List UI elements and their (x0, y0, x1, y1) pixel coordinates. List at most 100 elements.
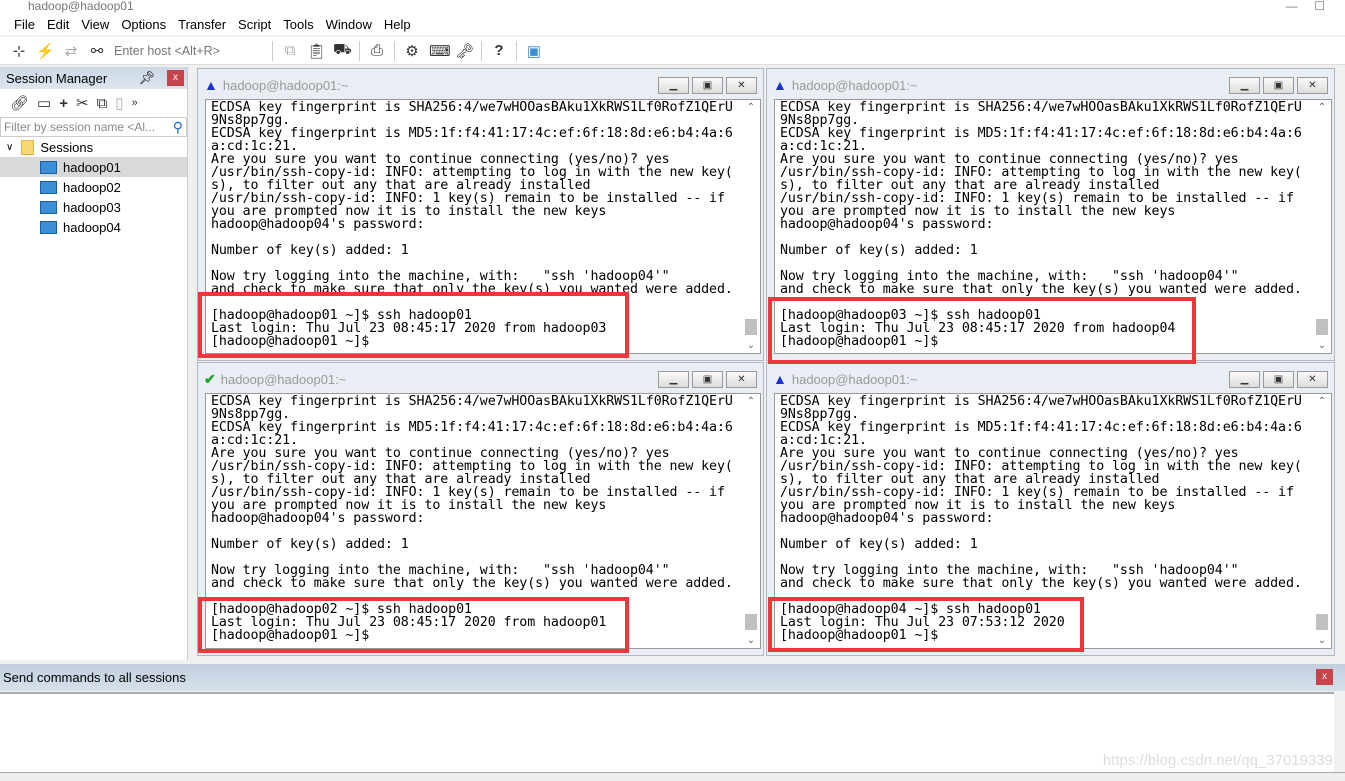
scrollbar[interactable]: ⌃ ⌄ (742, 394, 760, 648)
pane-title-text: hadoop@hadoop01:~ (791, 371, 918, 387)
scroll-up-icon[interactable]: ⌃ (1313, 396, 1331, 407)
tree-folder-sessions[interactable]: ∨ Sessions (0, 137, 187, 157)
close-send-commands-button[interactable]: x (1316, 669, 1333, 685)
session-item-hadoop01[interactable]: hadoop01 (0, 157, 187, 177)
terminal-line: hadoop@hadoop04's password: (211, 511, 425, 526)
folder-icon (21, 139, 35, 155)
scroll-up-icon[interactable]: ⌃ (742, 102, 760, 113)
keymap-keyboard-icon[interactable]: ⌨ (429, 42, 451, 60)
terminal-line: ECDSA key fingerprint is SHA256:4/we7wHO… (780, 394, 1302, 409)
menu-transfer[interactable]: Transfer (178, 17, 226, 32)
pane-window-controls: ▁ ▣ ✕ (658, 371, 757, 388)
more-chevron-icon[interactable]: » (132, 97, 138, 109)
restore-button[interactable]: ▣ (692, 371, 723, 388)
scroll-down-icon[interactable]: ⌄ (742, 635, 760, 646)
scroll-down-icon[interactable]: ⌄ (1313, 340, 1331, 351)
monitor-icon (40, 200, 57, 214)
monitor-icon (40, 160, 57, 174)
minimize-button[interactable]: ▁ (1229, 371, 1260, 388)
tree-folder-label: Sessions (40, 139, 94, 155)
session-item-hadoop03[interactable]: hadoop03 (0, 197, 187, 217)
help-icon[interactable]: ? (490, 42, 508, 59)
print-icon[interactable]: ⎙ (368, 42, 386, 59)
close-session-manager-button[interactable]: x (167, 70, 184, 86)
menu-file[interactable]: File (14, 17, 35, 32)
status-bar (0, 772, 1345, 781)
chevron-down-icon[interactable]: ∨ (6, 142, 13, 153)
menu-view[interactable]: View (81, 17, 109, 32)
pin-icon[interactable]: 📌︎ (138, 70, 155, 86)
scroll-up-icon[interactable]: ⌃ (1313, 102, 1331, 113)
host-input[interactable]: Enter host <Alt+R> (114, 44, 264, 58)
quick-connect-icon[interactable]: ⚡ (36, 42, 55, 60)
close-button[interactable]: ✕ (726, 371, 757, 388)
key-agent-icon[interactable]: 🗝︎ (455, 42, 474, 60)
restore-button[interactable]: ▣ (1263, 371, 1294, 388)
menu-script[interactable]: Script (238, 17, 271, 32)
session-filter-input[interactable]: Filter by session name <Al... ⚲ (0, 117, 187, 137)
settings-gear-icon[interactable]: ⚙ (403, 42, 421, 60)
scroll-up-icon[interactable]: ⌃ (742, 396, 760, 407)
pane-title: ▲ hadoop@hadoop01:~ (773, 371, 917, 387)
connect-tree-icon[interactable]: ⊹ (10, 42, 28, 60)
menu-tools[interactable]: Tools (283, 17, 313, 32)
minimize-button[interactable]: ▁ (658, 77, 689, 94)
pane-title: ▲ hadoop@hadoop01:~ (773, 77, 917, 93)
scroll-down-icon[interactable]: ⌄ (1313, 635, 1331, 646)
copy-icon[interactable]: ⧉ (97, 95, 108, 112)
session-label: hadoop01 (63, 159, 121, 175)
menu-help[interactable]: Help (384, 17, 411, 32)
scrollbar[interactable]: ⌃ ⌄ (1313, 394, 1331, 648)
menu-window[interactable]: Window (326, 17, 372, 32)
filter-placeholder: Filter by session name <Al... (4, 120, 156, 134)
add-icon[interactable]: + (59, 95, 68, 112)
cut-icon[interactable]: ✂ (76, 94, 89, 112)
paste-icon[interactable]: 📋︎ (307, 42, 326, 60)
scrollbar[interactable]: ⌃ ⌄ (1313, 100, 1331, 353)
sftp-icon[interactable]: ▣ (525, 42, 543, 60)
window-title: hadoop@hadoop01 — ☐ (0, 0, 1345, 13)
toolbar-divider (481, 40, 482, 61)
menu-edit[interactable]: Edit (47, 17, 69, 32)
scroll-down-icon[interactable]: ⌄ (742, 340, 760, 351)
link-icon[interactable]: 🔗︎ (10, 94, 29, 112)
terminal-line: Number of key(s) added: 1 (780, 243, 978, 258)
minimize-button[interactable]: ▁ (1229, 77, 1260, 94)
close-button[interactable]: ✕ (726, 77, 757, 94)
pane-title: ✔ hadoop@hadoop01:~ (204, 371, 346, 388)
scrollbar[interactable]: ⌃ ⌄ (742, 100, 760, 353)
pane-window-controls: ▁ ▣ ✕ (1229, 371, 1328, 388)
pane-title-text: hadoop@hadoop01:~ (220, 372, 347, 387)
terminal-line: ECDSA key fingerprint is SHA256:4/we7wHO… (780, 100, 1302, 115)
close-button[interactable]: ✕ (1297, 77, 1328, 94)
reconnect-icon[interactable]: ⇄ (62, 42, 80, 60)
disconnect-icon[interactable]: ⚯ (88, 42, 106, 60)
warning-icon: ▲ (204, 77, 218, 93)
terminal-line: Number of key(s) added: 1 (211, 537, 409, 552)
close-button[interactable]: ✕ (1297, 371, 1328, 388)
window-icon[interactable]: ▭ (37, 94, 51, 112)
scroll-thumb[interactable] (1316, 319, 1328, 335)
menu-options[interactable]: Options (121, 17, 166, 32)
terminal-line: hadoop@hadoop04's password: (211, 217, 425, 232)
scroll-thumb[interactable] (745, 319, 757, 335)
search-icon[interactable]: ⚲ (173, 119, 183, 136)
toolbar-divider (272, 40, 273, 61)
terminal-line: ECDSA key fingerprint is SHA256:4/we7wHO… (211, 394, 733, 409)
monitor-icon (40, 220, 57, 234)
paste-icon[interactable]: ▯ (115, 94, 123, 112)
session-item-hadoop02[interactable]: hadoop02 (0, 177, 187, 197)
find-binoculars-icon[interactable]: ⛟ (333, 41, 352, 60)
copy-icon[interactable]: ⧉ (281, 42, 299, 59)
session-label: hadoop04 (63, 219, 121, 235)
scroll-thumb[interactable] (745, 614, 757, 630)
minimize-button[interactable]: ▁ (658, 371, 689, 388)
scroll-thumb[interactable] (1316, 614, 1328, 630)
restore-button[interactable]: ▣ (1263, 77, 1294, 94)
window-controls[interactable]: — ☐ (1286, 0, 1325, 13)
highlight-box (768, 297, 1196, 364)
terminal-line: and check to make sure that only the key… (780, 576, 1302, 591)
restore-button[interactable]: ▣ (692, 77, 723, 94)
session-item-hadoop04[interactable]: hadoop04 (0, 217, 187, 237)
monitor-icon (40, 180, 57, 194)
